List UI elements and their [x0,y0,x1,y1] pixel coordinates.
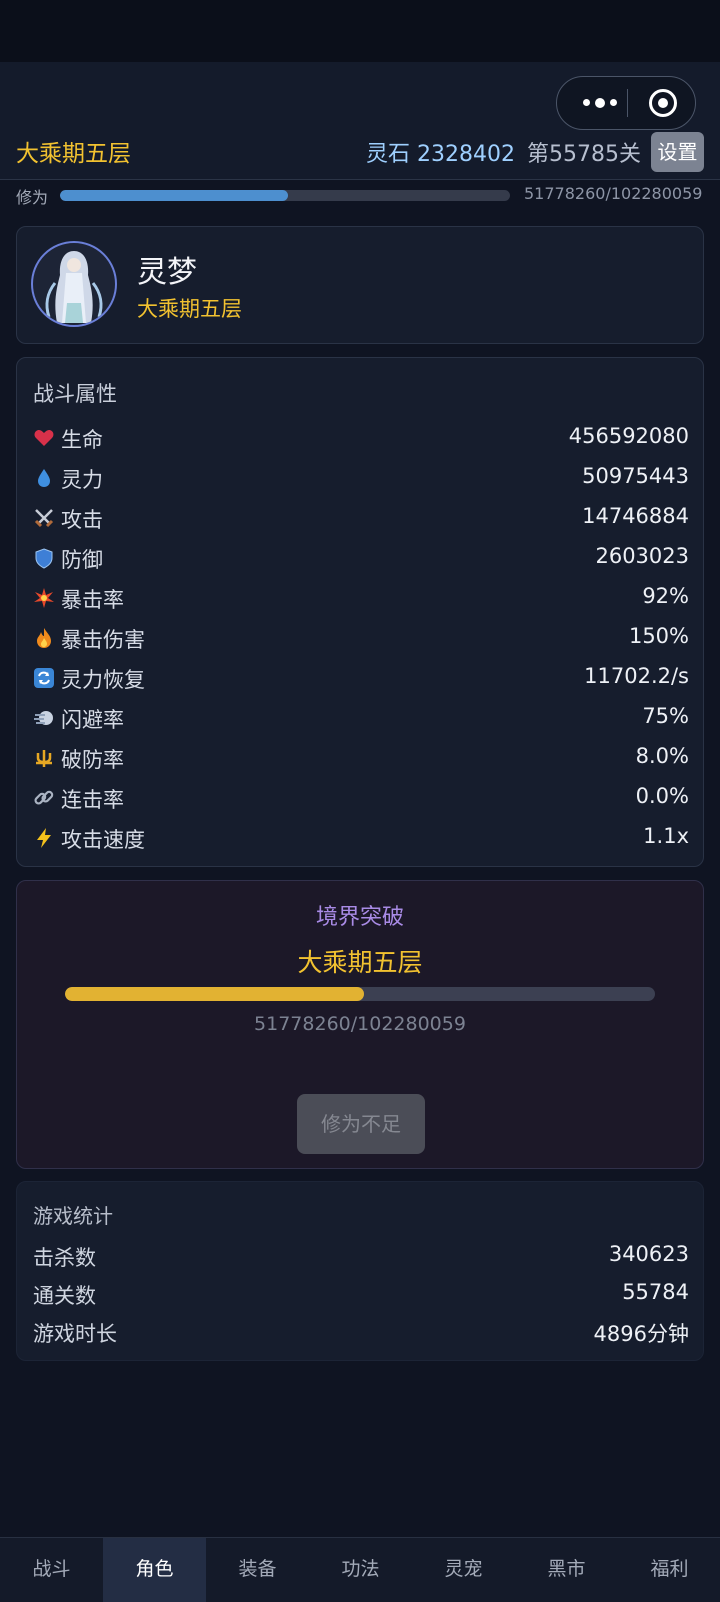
cultivation-value: 51778260/102280059 [524,184,703,203]
refresh-icon [34,668,54,688]
breakthrough-progress-fill [65,987,364,1001]
cultivation-label: 修为 [16,188,49,207]
stat-label: 防御 [61,548,103,572]
capsule-divider [627,89,628,117]
game-stats-card: 游戏统计 击杀数 340623 通关数 55784 游戏时长 4896分钟 [16,1181,704,1361]
breakthrough-progress-value: 51778260/102280059 [254,1013,466,1035]
stat-label: 破防率 [61,748,124,772]
game-stat-label: 击杀数 [33,1246,96,1270]
tab-pets[interactable]: 灵宠 [412,1538,515,1602]
stat-value: 50975443 [582,464,689,488]
stat-value: 1.1x [643,824,689,848]
crossed-swords-icon [34,509,54,528]
burst-icon [34,588,54,608]
cultivation-progress-bar [60,190,510,201]
more-menu-icon[interactable] [575,77,625,128]
spirit-stones-counter: 灵石 2328402 [366,142,515,167]
breakthrough-button[interactable]: 修为不足 [297,1094,425,1154]
character-name: 灵梦 [137,255,197,290]
game-stat-row-cleared: 通关数 55784 [33,1280,689,1308]
stat-label: 攻击 [61,508,103,532]
game-stats-title: 游戏统计 [33,1204,113,1228]
breakthrough-progress-bar [65,987,655,1001]
stage-counter: 第55785关 [527,142,641,167]
tab-black-market[interactable]: 黑市 [515,1538,618,1602]
tab-equipment[interactable]: 装备 [206,1538,309,1602]
breakthrough-realm: 大乘期五层 [297,948,423,977]
stat-row-attack: 攻击 14746884 [33,504,689,534]
stat-row-combo: 连击率 0.0% [33,784,689,814]
stat-value: 150% [628,624,689,648]
stat-row-dodge: 闪避率 75% [33,704,689,734]
game-stat-label: 游戏时长 [33,1322,117,1346]
stat-value: 11702.2/s [584,664,689,688]
tab-battle[interactable]: 战斗 [0,1538,103,1602]
heart-icon [34,430,54,446]
stat-value: 75% [642,704,689,728]
game-stat-value: 55784 [622,1280,689,1304]
stat-row-mana-regen: 灵力恢复 11702.2/s [33,664,689,694]
breakthrough-title: 境界突破 [315,905,404,930]
combat-stats-title: 战斗属性 [33,382,117,406]
stat-row-crit-damage: 暴击伤害 150% [33,624,689,654]
character-profile-card: 灵梦 大乘期五层 [16,226,704,344]
tab-character[interactable]: 角色 [103,1538,206,1602]
stat-row-defense: 防御 2603023 [33,544,689,574]
character-portrait-icon [45,251,103,323]
stat-label: 闪避率 [61,708,124,732]
game-stat-row-kills: 击杀数 340623 [33,1242,689,1270]
droplet-icon [38,469,50,487]
stat-value: 8.0% [635,744,689,768]
stat-row-hp: 生命 456592080 [33,424,689,454]
cultivation-progress-fill [60,190,288,201]
stat-row-crit-rate: 暴击率 92% [33,584,689,614]
shield-icon [35,548,53,569]
lightning-icon [37,828,51,848]
stat-label: 生命 [61,428,103,452]
stat-value: 92% [642,584,689,608]
settings-button[interactable]: 设置 [651,132,704,172]
game-stat-value: 4896分钟 [593,1322,689,1346]
stat-label: 暴击伤害 [61,628,145,652]
close-miniprogram-icon[interactable] [649,89,677,117]
miniprogram-capsule [556,76,696,130]
fire-icon [37,628,51,648]
tab-welfare[interactable]: 福利 [618,1538,720,1602]
breakthrough-card: 境界突破 大乘期五层 51778260/102280059 修为不足 [16,880,704,1169]
game-stat-label: 通关数 [33,1284,96,1308]
trident-icon [36,750,52,767]
combat-stats-card: 战斗属性 生命 456592080 灵力 50975443 攻击 1474688… [16,357,704,867]
stat-label: 灵力恢复 [61,668,145,692]
stat-label: 暴击率 [61,588,124,612]
stat-value: 456592080 [568,424,689,448]
realm-title: 大乘期五层 [16,141,131,167]
stat-value: 2603023 [595,544,689,568]
wind-icon [34,711,53,725]
game-stat-row-playtime: 游戏时长 4896分钟 [33,1318,689,1346]
stat-label: 攻击速度 [61,828,145,852]
stat-row-mana: 灵力 50975443 [33,464,689,494]
stat-value: 0.0% [635,784,689,808]
header-divider [0,179,720,180]
game-stat-value: 340623 [608,1242,689,1266]
bottom-tab-bar: 战斗 角色 装备 功法 灵宠 黑市 福利 [0,1537,720,1602]
stat-row-armor-pen: 破防率 8.0% [33,744,689,774]
stat-label: 连击率 [61,788,124,812]
character-realm: 大乘期五层 [137,297,242,321]
status-bar [0,0,720,62]
stat-label: 灵力 [61,468,103,492]
link-icon [34,790,54,805]
stat-value: 14746884 [582,504,689,528]
tab-skills[interactable]: 功法 [309,1538,412,1602]
avatar[interactable] [31,241,117,327]
stat-row-attack-speed: 攻击速度 1.1x [33,824,689,854]
